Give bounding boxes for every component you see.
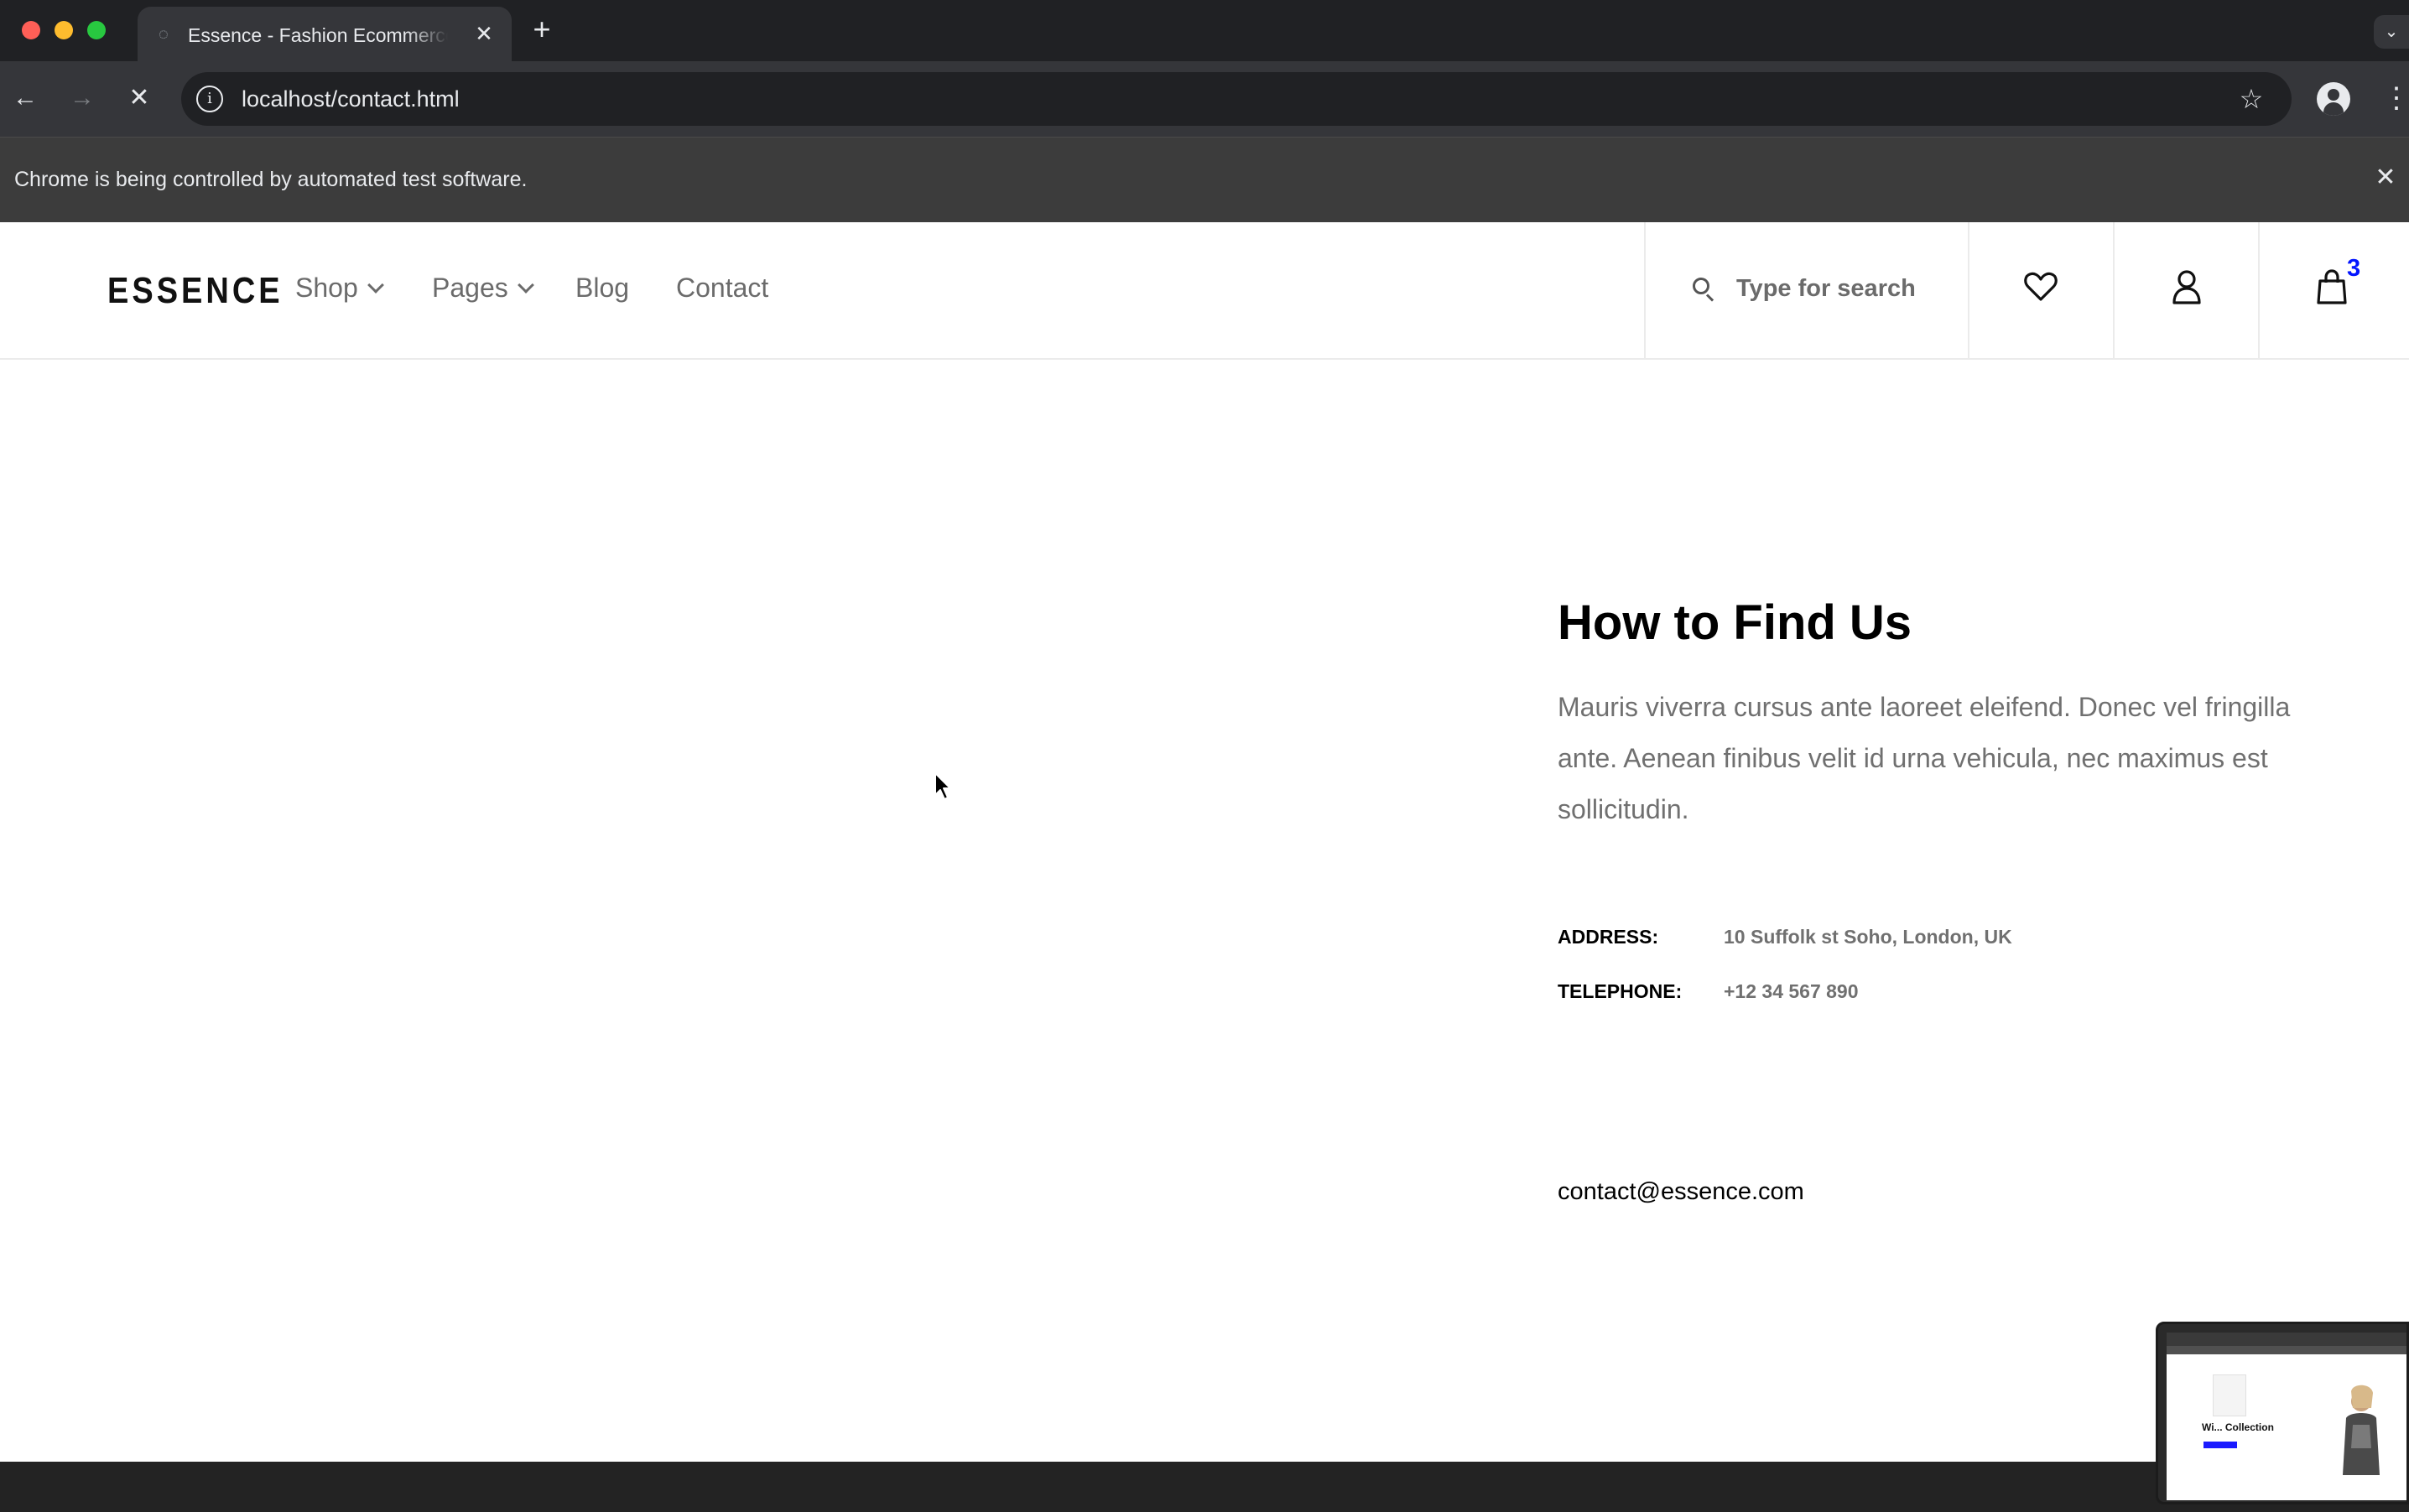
contact-email-link[interactable]: contact@essence.com (1558, 1175, 1804, 1208)
cart-count-badge: 3 (2347, 255, 2361, 282)
contact-description: Mauris viverra cursus ante laoreet eleif… (1558, 692, 2291, 824)
infobar-message: Chrome is being controlled by automated … (14, 168, 528, 191)
tab-active[interactable]: ◌ Essence - Fashion Ecommerce Template ✕ (138, 7, 512, 61)
new-tab-button[interactable]: + (527, 14, 557, 45)
back-button[interactable]: ← (8, 81, 42, 115)
tab-strip: ◌ Essence - Fashion Ecommerce Template ✕… (0, 0, 2409, 61)
automation-infobar: Chrome is being controlled by automated … (0, 137, 2409, 222)
tab-search-button[interactable]: ⌄ (2374, 15, 2409, 49)
thumbnail-button (2203, 1442, 2237, 1448)
site-info-icon[interactable]: i (196, 86, 223, 112)
maximize-window-button[interactable] (87, 21, 106, 39)
site-logo[interactable]: ESSENCE (107, 271, 284, 312)
tab-title: Essence - Fashion Ecommerce Template (188, 22, 448, 49)
browser-toolbar: ← → ✕ i localhost/contact.html ☆ ⋮ (0, 61, 2409, 137)
screenshot-preview-thumbnail[interactable]: Wi... Collection (2156, 1322, 2409, 1504)
header-divider (2113, 222, 2115, 360)
address-bar[interactable]: i localhost/contact.html ☆ (181, 72, 2292, 126)
profile-body-shape (2323, 102, 2344, 116)
nav-blog[interactable]: Blog (575, 269, 629, 306)
forward-button[interactable]: → (65, 81, 99, 115)
close-window-button[interactable] (22, 21, 40, 39)
chevron-down-icon (517, 277, 534, 294)
heart-icon[interactable] (2021, 268, 2060, 306)
search-input[interactable] (1736, 268, 1946, 309)
shopping-bag-icon[interactable] (2313, 268, 2351, 306)
thumbnail-page: Wi... Collection (2167, 1333, 2406, 1500)
nav-pages[interactable]: Pages (432, 269, 534, 306)
nav-shop[interactable]: Shop (295, 269, 384, 306)
profile-head-shape (2328, 89, 2339, 101)
stop-loading-button[interactable]: ✕ (122, 81, 156, 115)
header-divider (1644, 222, 1646, 360)
tab-close-icon[interactable]: ✕ (471, 21, 497, 46)
thumbnail-toolbar (2167, 1346, 2406, 1354)
browser-window: ◌ Essence - Fashion Ecommerce Template ✕… (0, 0, 2409, 1512)
search-icon (1693, 278, 1716, 302)
web-page: ESSENCE Shop Pages Blog Contact Type for… (0, 222, 2409, 1512)
header-divider (2258, 222, 2260, 360)
site-footer (0, 1462, 2409, 1512)
nav-shop-label: Shop (295, 273, 358, 303)
telephone-label: TELEPHONE: (1558, 980, 1683, 1002)
minimize-window-button[interactable] (55, 21, 73, 39)
model-photo-icon (2343, 1385, 2380, 1475)
telephone-value: +12 34 567 890 (1724, 980, 1859, 1002)
chevron-down-icon (367, 277, 384, 294)
thumbnail-caption: Wi... Collection (2202, 1421, 2274, 1433)
user-icon[interactable] (2167, 268, 2206, 306)
bookmark-star-icon[interactable]: ☆ (2235, 82, 2268, 116)
map-area[interactable] (0, 361, 1510, 1368)
loading-favicon-icon: ◌ (159, 25, 169, 44)
url-text[interactable]: localhost/contact.html (242, 84, 460, 114)
mouse-cursor-icon (934, 772, 951, 800)
site-header: ESSENCE Shop Pages Blog Contact Type for… (0, 222, 2409, 360)
thumbnail-tabbar (2167, 1333, 2406, 1346)
browser-menu-icon[interactable]: ⋮ (2382, 80, 2409, 117)
nav-pages-label: Pages (432, 273, 508, 303)
address-value: 10 Suffolk st Soho, London, UK (1724, 926, 2012, 948)
thumbnail-dropdown (2213, 1374, 2246, 1416)
address-label: ADDRESS: (1558, 926, 1659, 948)
contact-title: How to Find Us (1558, 595, 1912, 650)
header-divider (1968, 222, 1969, 360)
nav-contact[interactable]: Contact (676, 269, 768, 306)
infobar-close-icon[interactable]: ✕ (2370, 163, 2401, 193)
profile-avatar-icon[interactable] (2317, 82, 2350, 116)
